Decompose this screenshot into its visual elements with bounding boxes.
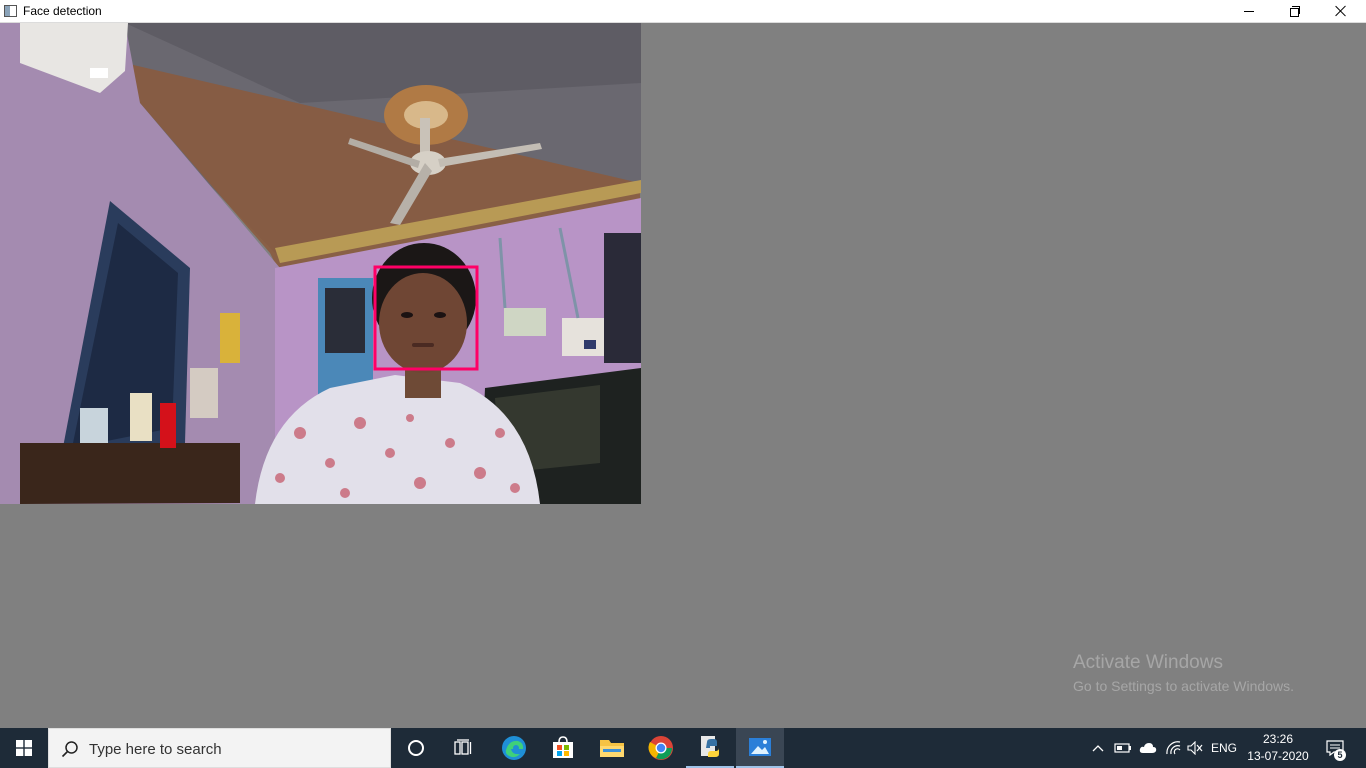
cortana-button[interactable] <box>392 728 440 768</box>
chrome-button[interactable] <box>637 728 685 768</box>
chrome-icon <box>648 736 673 760</box>
cortana-icon <box>408 740 424 756</box>
app-icon <box>4 5 17 17</box>
restore-icon <box>1290 6 1300 17</box>
windows-logo-icon <box>16 740 32 756</box>
battery-icon <box>1114 743 1131 753</box>
tray-overflow-button[interactable] <box>1088 728 1108 768</box>
notification-count-badge: 5 <box>1334 749 1346 761</box>
onedrive-button[interactable] <box>1136 728 1160 768</box>
window-title-bar[interactable]: Face detection <box>0 0 1366 23</box>
edge-button[interactable] <box>490 728 538 768</box>
clock-time: 23:26 <box>1262 732 1294 746</box>
taskbar: Type here to search ENG 23:26 13-07-2020… <box>0 728 1366 768</box>
clock-date: 13-07-2020 <box>1247 749 1309 763</box>
action-center-button[interactable] <box>1318 728 1352 768</box>
close-icon <box>1335 5 1347 17</box>
volume-button[interactable] <box>1184 728 1206 768</box>
restore-button[interactable] <box>1272 0 1318 22</box>
photos-icon <box>749 738 771 756</box>
chevron-up-icon <box>1092 745 1104 752</box>
task-view-button[interactable] <box>440 728 488 768</box>
network-button[interactable] <box>1162 728 1184 768</box>
file-explorer-button[interactable] <box>588 728 636 768</box>
watermark-title: Activate Windows <box>1073 652 1223 673</box>
watermark-subtitle: Go to Settings to activate Windows. <box>1073 678 1294 694</box>
search-icon <box>61 741 78 758</box>
edge-icon <box>502 736 526 760</box>
python-button[interactable] <box>686 728 734 768</box>
battery-button[interactable] <box>1112 728 1134 768</box>
volume-muted-icon <box>1187 741 1203 755</box>
minimize-button[interactable] <box>1226 0 1272 22</box>
task-view-icon <box>454 739 472 755</box>
wifi-icon <box>1166 741 1181 755</box>
cloud-icon <box>1139 743 1157 753</box>
camera-feed-image <box>0 23 641 504</box>
close-button[interactable] <box>1318 0 1364 22</box>
start-button[interactable] <box>0 728 48 768</box>
language-indicator[interactable]: ENG <box>1208 728 1240 768</box>
window-title: Face detection <box>23 4 102 18</box>
store-button[interactable] <box>539 728 587 768</box>
search-placeholder: Type here to search <box>89 741 222 758</box>
python-icon <box>701 736 719 757</box>
taskbar-search-box[interactable]: Type here to search <box>48 728 391 768</box>
photos-button[interactable] <box>736 728 784 768</box>
client-area: Activate Windows Go to Settings to activ… <box>0 23 1366 728</box>
minimize-icon <box>1244 10 1254 12</box>
clock[interactable]: 23:26 13-07-2020 <box>1242 731 1314 765</box>
file-explorer-icon <box>600 740 624 757</box>
activate-windows-watermark: Activate Windows Go to Settings to activ… <box>1073 651 1294 695</box>
camera-feed <box>0 23 641 504</box>
store-icon <box>553 736 573 758</box>
